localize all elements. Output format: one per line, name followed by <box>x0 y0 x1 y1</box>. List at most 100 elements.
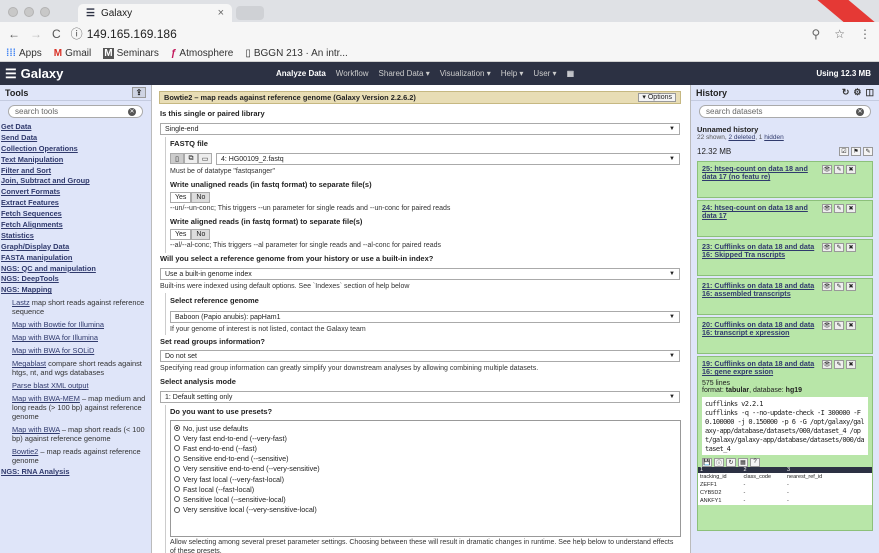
preset-option[interactable]: Very sensitive end-to-end (--very-sensit… <box>174 464 677 474</box>
mapping-tool-item[interactable]: Lastz map short reads against reference … <box>0 296 151 318</box>
tool-section-13[interactable]: NGS: QC and manipulation <box>0 264 151 275</box>
bookmark-star-icon[interactable]: ☆ <box>834 27 845 41</box>
show-hidden-link[interactable]: hidden <box>764 134 784 141</box>
tool-section-3[interactable]: Text Manipulation <box>0 155 151 166</box>
unaligned-yes-button[interactable]: Yes <box>170 192 192 203</box>
tool-section-5[interactable]: Join, Subtract and Group <box>0 176 151 187</box>
view-all-histories-icon[interactable]: ◫ <box>865 87 874 98</box>
dataset-title[interactable]: 21: Cufflinks on data 18 and data 16: as… <box>702 281 818 311</box>
tool-link[interactable]: Megablast <box>12 359 46 368</box>
tool-link[interactable]: Bowtie2 <box>12 447 38 456</box>
tool-section-11[interactable]: Graph/Display Data <box>0 242 151 253</box>
nav-workflow[interactable]: Workflow <box>336 69 369 78</box>
pencil-icon[interactable]: ✎ <box>834 165 844 174</box>
single-dataset-icon[interactable]: ▯ <box>170 153 184 164</box>
maximize-window-button[interactable] <box>40 7 50 17</box>
bookmark-apps[interactable]: ⁞⁞⁞ Apps <box>6 48 42 59</box>
radio-icon[interactable] <box>174 465 180 472</box>
history-dataset[interactable]: 21: Cufflinks on data 18 and data 16: as… <box>697 278 873 315</box>
tool-section-7[interactable]: Extract Features <box>0 198 151 209</box>
delete-x-icon[interactable]: ✖ <box>846 204 856 213</box>
rerun-icon[interactable]: ↻ <box>726 457 736 467</box>
read-groups-select[interactable]: Do not set ▼ <box>160 350 680 362</box>
tool-section-1[interactable]: Send Data <box>0 133 151 144</box>
nav-help[interactable]: Help ▾ <box>501 69 524 78</box>
eye-icon[interactable]: 👁 <box>822 204 832 213</box>
unaligned-no-button[interactable]: No <box>191 192 211 203</box>
multiple-datasets-icon[interactable]: ⧉ <box>184 153 198 164</box>
reference-genome-select[interactable]: Baboon (Papio anubis): papHam1 ▼ <box>170 311 680 323</box>
tool-section-10[interactable]: Statistics <box>0 231 151 242</box>
mapping-tool-item[interactable]: Map with BWA for Illumina <box>0 331 151 344</box>
reload-icon[interactable]: C <box>52 27 61 41</box>
tool-section-15[interactable]: NGS: Mapping <box>0 285 151 296</box>
info-icon[interactable]: ⓘ <box>714 457 724 467</box>
select-checkbox-icon[interactable]: ☑ <box>839 147 849 156</box>
browser-tab[interactable]: ☰ Galaxy × <box>78 4 232 22</box>
browser-menu-icon[interactable]: ⋮ <box>859 27 871 41</box>
dataset-title[interactable]: 25: htseq-count on data 18 and data 17 (… <box>702 164 818 194</box>
delete-x-icon[interactable]: ✖ <box>846 243 856 252</box>
tool-section-2[interactable]: Collection Operations <box>0 144 151 155</box>
scratchbook-grid-icon[interactable]: ▦ <box>567 69 575 78</box>
new-tab-button[interactable] <box>236 6 264 20</box>
nav-user[interactable]: User ▾ <box>533 69 556 78</box>
aligned-yes-button[interactable]: Yes <box>170 229 192 240</box>
analysis-mode-select[interactable]: 1: Default setting only ▼ <box>160 391 680 403</box>
history-dataset[interactable]: 25: htseq-count on data 18 and data 17 (… <box>697 161 873 198</box>
radio-icon[interactable] <box>174 506 180 513</box>
forward-icon[interactable]: → <box>30 27 42 41</box>
preset-option[interactable]: No, just use defaults <box>174 423 677 433</box>
delete-x-icon[interactable]: ✖ <box>846 321 856 330</box>
preset-option[interactable]: Fast local (--fast-local) <box>174 484 677 494</box>
save-icon[interactable]: 💾 <box>702 457 712 467</box>
history-options-gear-icon[interactable]: ⚙ <box>853 87 861 98</box>
tool-section-rna[interactable]: NGS: RNA Analysis <box>0 467 151 478</box>
pencil-icon[interactable]: ✎ <box>834 282 844 291</box>
mapping-tool-item[interactable]: Map with BWA – map short reads (< 100 bp… <box>0 423 151 445</box>
help-icon[interactable]: ? <box>750 457 760 467</box>
reference-source-select[interactable]: Use a built-in genome index ▼ <box>160 268 680 280</box>
tool-link[interactable]: Map with BWA-MEM <box>12 394 80 403</box>
annotation-icon[interactable]: ✎ <box>863 147 873 156</box>
history-name[interactable]: Unnamed history <box>691 122 879 134</box>
tool-section-0[interactable]: Get Data <box>0 122 151 133</box>
show-deleted-link[interactable]: 2 deleted <box>728 134 755 141</box>
preset-option[interactable]: Sensitive end-to-end (--sensitive) <box>174 454 677 464</box>
aligned-no-button[interactable]: No <box>191 229 211 240</box>
tool-link[interactable]: Parse blast XML output <box>12 381 89 390</box>
close-tab-icon[interactable]: × <box>218 7 224 19</box>
radio-icon[interactable] <box>174 435 180 442</box>
library-type-select[interactable]: Single-end ▼ <box>160 123 680 135</box>
tool-section-8[interactable]: Fetch Sequences <box>0 209 151 220</box>
url-field[interactable]: 149.165.169.186 <box>87 27 177 41</box>
pencil-icon[interactable]: ✎ <box>834 321 844 330</box>
tool-section-14[interactable]: NGS: DeepTools <box>0 274 151 285</box>
tags-icon[interactable]: ⚑ <box>851 147 861 156</box>
info-icon[interactable]: ⓘ <box>71 25 83 42</box>
zoom-icon[interactable]: ⚲ <box>811 27 820 41</box>
mapping-tool-item[interactable]: Bowtie2 – map reads against reference ge… <box>0 445 151 467</box>
pencil-icon[interactable]: ✎ <box>834 204 844 213</box>
tool-link[interactable]: Map with BWA <box>12 425 60 434</box>
clear-search-icon[interactable]: ✕ <box>856 107 864 116</box>
radio-icon[interactable] <box>174 425 180 432</box>
eye-icon[interactable]: 👁 <box>822 360 832 369</box>
bookmark-seminars[interactable]: M Seminars <box>103 47 159 59</box>
nav-visualization[interactable]: Visualization ▾ <box>440 69 491 78</box>
refresh-history-icon[interactable]: ↻ <box>842 87 850 98</box>
radio-icon[interactable] <box>174 455 180 462</box>
nav-shared-data[interactable]: Shared Data ▾ <box>379 69 430 78</box>
eye-icon[interactable]: 👁 <box>822 321 832 330</box>
fastq-select[interactable]: 4: HG00109_2.fastq ▼ <box>216 153 680 165</box>
history-dataset[interactable]: 24: htseq-count on data 18 and data 17 👁 ✎… <box>697 200 873 237</box>
mapping-tool-item[interactable]: Parse blast XML output <box>0 379 151 392</box>
clear-search-icon[interactable]: ✕ <box>128 107 136 116</box>
delete-x-icon[interactable]: ✖ <box>846 282 856 291</box>
radio-icon[interactable] <box>174 496 180 503</box>
delete-x-icon[interactable]: ✖ <box>846 165 856 174</box>
history-dataset[interactable]: 23: Cufflinks on data 18 and data 16: Sk… <box>697 239 873 276</box>
search-datasets-input[interactable]: search datasets ✕ <box>699 105 871 118</box>
close-window-button[interactable] <box>8 7 18 17</box>
preset-option[interactable]: Very fast end-to-end (--very-fast) <box>174 433 677 443</box>
